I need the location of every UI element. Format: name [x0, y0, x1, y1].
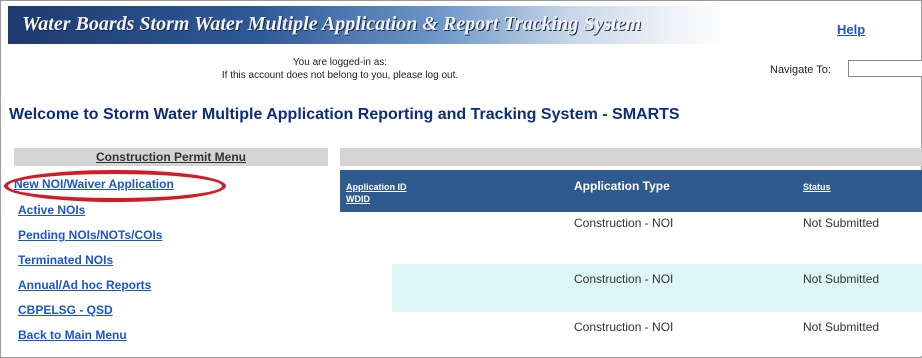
navigate-select[interactable]	[848, 60, 922, 77]
column-header-wdid[interactable]: WDID	[346, 194, 370, 204]
menu-item-back-to-main[interactable]: Back to Main Menu	[18, 328, 127, 342]
menu-item-terminated-nois[interactable]: Terminated NOIs	[18, 253, 113, 267]
table-row: Construction - NOI Not Submitted	[392, 212, 922, 264]
menu-header: Construction Permit Menu	[14, 148, 328, 166]
cell-status: Not Submitted	[803, 272, 880, 286]
menu-item-reports[interactable]: Annual/Ad hoc Reports	[18, 278, 151, 292]
menu-item-active-nois[interactable]: Active NOIs	[18, 203, 85, 217]
cell-application-type: Construction - NOI	[574, 216, 674, 230]
highlight-oval-annotation	[4, 170, 226, 202]
column-header-application-id[interactable]: Application ID	[346, 182, 407, 192]
cell-application-type: Construction - NOI	[574, 320, 674, 334]
logout-notice: If this account does not belong to you, …	[221, 70, 459, 81]
help-link[interactable]: Help	[837, 22, 865, 37]
menu-item-pending[interactable]: Pending NOIs/NOTs/COIs	[18, 228, 162, 242]
cell-status: Not Submitted	[803, 320, 880, 334]
column-header-status[interactable]: Status	[803, 182, 831, 192]
table-row: Construction - NOI Not Submitted	[392, 312, 922, 356]
navigate-label: Navigate To:	[770, 64, 831, 76]
table-top-bar	[340, 148, 922, 166]
menu-item-cbpelsg-qsd[interactable]: CBPELSG - QSD	[18, 303, 113, 317]
cell-application-type: Construction - NOI	[574, 272, 674, 286]
banner-title: Water Boards Storm Water Multiple Applic…	[22, 13, 642, 35]
table-header: Application ID WDID Application Type Sta…	[340, 170, 922, 212]
cell-status: Not Submitted	[803, 216, 880, 230]
page-title: Welcome to Storm Water Multiple Applicat…	[9, 106, 680, 123]
logged-in-text: You are logged-in as:	[292, 57, 388, 68]
app-banner: Water Boards Storm Water Multiple Applic…	[8, 6, 728, 44]
column-header-application-type: Application Type	[574, 179, 670, 193]
table-row: Construction - NOI Not Submitted	[392, 264, 922, 312]
menu-title: Construction Permit Menu	[95, 150, 246, 164]
